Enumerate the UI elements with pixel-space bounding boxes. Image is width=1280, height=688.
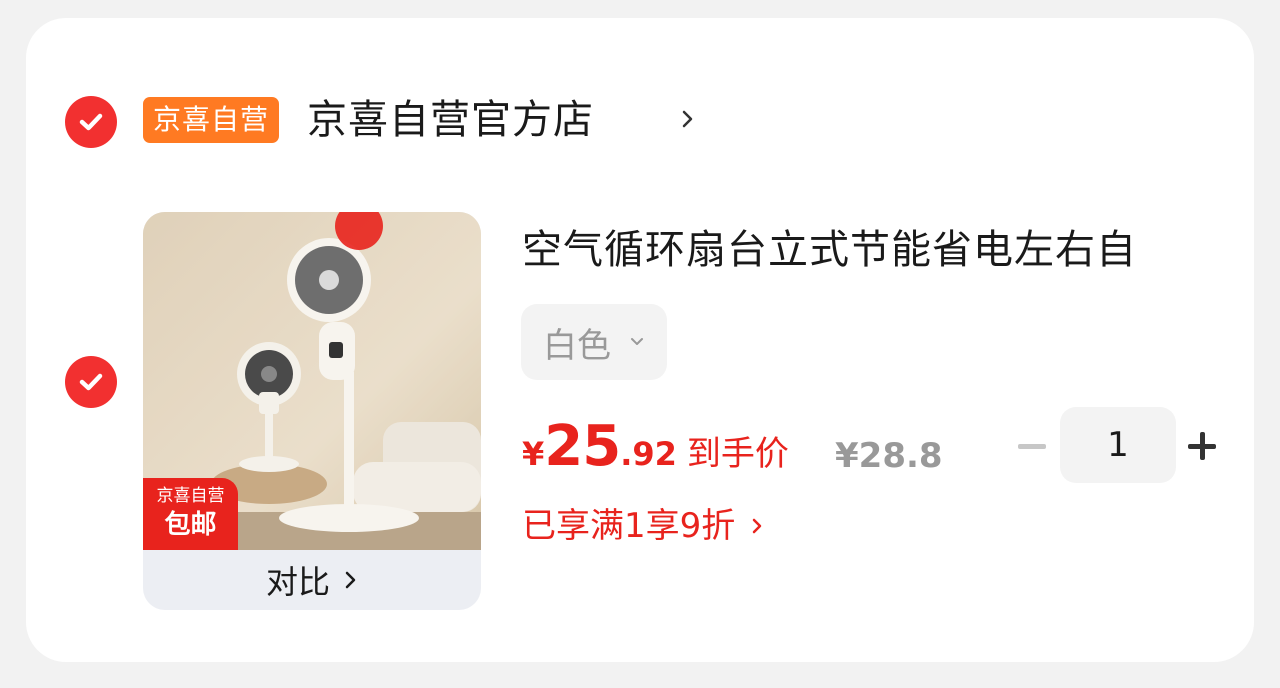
plus-icon[interactable]	[1188, 432, 1216, 460]
free-shipping-tag: 京喜自营 包邮	[143, 478, 238, 550]
shop-self-operated-badge: 京喜自营	[143, 97, 280, 143]
chevron-right-icon	[345, 571, 356, 589]
check-icon	[79, 373, 103, 391]
final-price: ¥25.92 到手价	[522, 414, 789, 479]
product-thumbnail[interactable]: 京喜自营 包邮 对比	[143, 212, 481, 610]
promotion-text: 已享满1享9折	[522, 506, 736, 546]
spec-selector[interactable]: 白色	[521, 304, 667, 380]
product-title[interactable]: 空气循环扇台立式节能省电左右自	[522, 222, 1212, 278]
original-price: ¥28.8	[835, 436, 943, 476]
shop-select-checkbox[interactable]	[65, 96, 117, 148]
chevron-right-icon[interactable]	[680, 108, 696, 130]
chevron-right-icon	[753, 518, 762, 534]
quantity-input[interactable]: 1	[1060, 407, 1176, 483]
compare-label: 对比	[265, 563, 330, 601]
shop-name-link[interactable]: 京喜自营官方店	[307, 92, 594, 148]
chevron-down-icon	[631, 338, 643, 345]
price-decimal: .92	[620, 435, 677, 473]
minus-icon[interactable]	[1018, 444, 1046, 449]
check-icon	[79, 113, 103, 131]
promotion-link[interactable]: 已享满1享9折	[522, 504, 763, 548]
tag-line-1: 京喜自营	[156, 486, 225, 506]
item-select-checkbox[interactable]	[65, 356, 117, 408]
compare-button[interactable]: 对比	[143, 550, 481, 610]
price-currency: ¥	[522, 435, 545, 473]
spec-value: 白色	[543, 325, 611, 366]
tag-line-2: 包邮	[164, 510, 217, 540]
price-integer: 25	[544, 414, 621, 479]
price-label: 到手价	[686, 434, 789, 474]
